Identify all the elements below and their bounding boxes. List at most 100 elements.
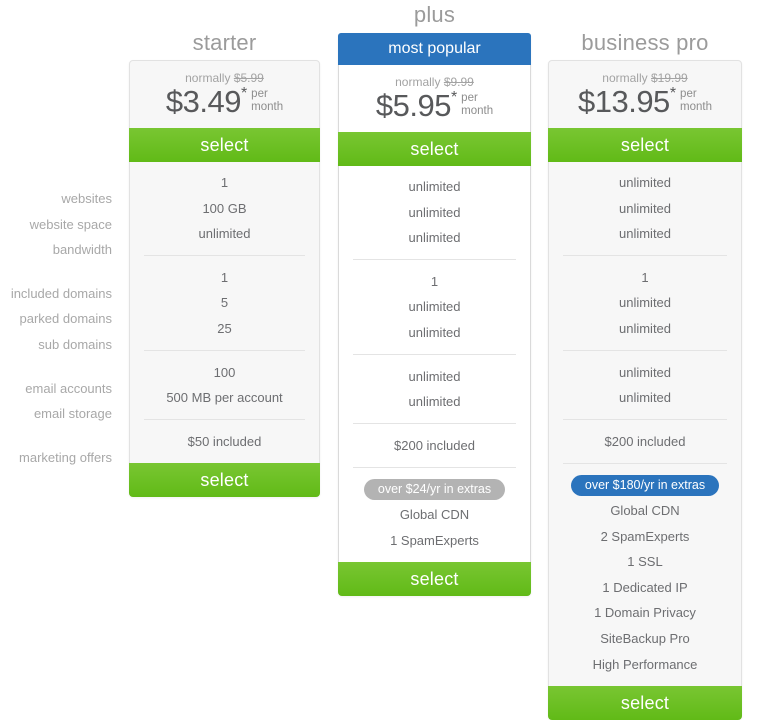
price-block: normally $9.99 $5.95 * per month	[339, 65, 530, 132]
old-price: $19.99	[651, 71, 688, 85]
feature-value: unlimited	[618, 200, 672, 216]
price-asterisk: *	[669, 85, 677, 102]
feature-value: unlimited	[618, 320, 672, 336]
feature-label: email storage	[33, 406, 112, 422]
feature-list: unlimited unlimited unlimited 1 unlimited unl…	[339, 166, 530, 553]
feature-value: unlimited	[408, 179, 461, 194]
label-group-gap	[0, 427, 112, 445]
feature-value: unlimited	[408, 299, 461, 315]
feature-value: 1	[430, 273, 439, 289]
feature-value: unlimited	[618, 390, 672, 406]
feature-divider	[353, 466, 516, 468]
plan-card-starter[interactable]: normally $5.99 $3.49 * per month select 1 100 G…	[129, 60, 320, 498]
extra-feature: SiteBackup Pro	[600, 630, 690, 646]
feature-value: 1	[641, 269, 649, 285]
feature-value: unlimited	[618, 175, 672, 190]
price-line: $5.95 * per month	[339, 88, 530, 123]
plan-card-business-pro[interactable]: normally $19.99 $13.95 * per month select unli…	[548, 60, 742, 720]
plan-title-business-pro: business pro	[581, 30, 709, 55]
feature-value: 100	[213, 364, 236, 380]
feature-label: websites	[61, 191, 112, 206]
extras-pill-row: over $24/yr in extras	[339, 476, 530, 502]
plan-card-plus[interactable]: most popular normally $9.99 $5.95 * per month…	[338, 33, 531, 597]
card-bottom-padding	[130, 454, 319, 463]
extra-feature: Global CDN	[610, 502, 680, 518]
price-block: normally $5.99 $3.49 * per month	[130, 61, 319, 128]
feature-value: unlimited	[408, 324, 461, 340]
per-label: per	[251, 88, 268, 100]
normally-price: normally $5.99	[130, 71, 319, 85]
most-popular-badge: most popular	[338, 33, 531, 65]
month-label: month	[461, 104, 494, 117]
extra-feature: 1 Dedicated IP	[602, 579, 688, 595]
feature-value: 1	[220, 269, 229, 285]
feature-label: included domains	[10, 285, 112, 301]
extra-feature: 2 SpamExperts	[600, 528, 690, 544]
feature-value: 5	[220, 295, 229, 311]
feature-label: bandwidth	[52, 242, 112, 258]
feature-value: unlimited	[618, 295, 672, 311]
price-amount: $13.95	[577, 84, 670, 119]
feature-value: unlimited	[408, 394, 461, 410]
per-month-text: per month	[251, 86, 283, 113]
feature-value: 100 GB	[202, 200, 247, 216]
feature-value: $200 included	[604, 433, 686, 449]
per-month-text: per month	[461, 90, 493, 117]
select-button-bottom-plus[interactable]: select	[338, 562, 531, 597]
price-amount: $5.95	[375, 88, 452, 123]
feature-value: 25	[217, 320, 232, 336]
feature-value: unlimited	[618, 226, 672, 242]
feature-value: unlimited	[408, 230, 461, 246]
extras-pill-row: over $180/yr in extras	[549, 472, 741, 498]
extra-feature: High Performance	[592, 656, 698, 672]
feature-value: $200 included	[394, 437, 475, 453]
extras-savings-badge: over $24/yr in extras	[363, 479, 506, 501]
normally-price: normally $19.99	[549, 71, 741, 85]
feature-divider	[563, 462, 727, 464]
old-price: $5.99	[233, 71, 264, 85]
price-asterisk: *	[240, 85, 248, 102]
feature-list: unlimited unlimited unlimited 1 unlimited unl…	[549, 162, 741, 677]
select-button-top-business-pro[interactable]: select	[548, 128, 742, 162]
feature-value: 1	[220, 175, 229, 190]
extras-savings-badge: over $180/yr in extras	[570, 475, 720, 497]
pricing-table: websites website space bandwidth included d…	[0, 0, 770, 720]
feature-label: sub domains	[38, 336, 112, 352]
plan-title-starter: starter	[192, 30, 257, 55]
select-button-top-plus[interactable]: select	[338, 132, 531, 166]
feature-divider	[144, 419, 305, 421]
extra-feature: 1 Domain Privacy	[594, 605, 696, 621]
price-asterisk: *	[450, 89, 458, 106]
month-label: month	[251, 100, 284, 113]
extra-feature: 1 SpamExperts	[390, 532, 479, 548]
extra-feature: Global CDN	[399, 506, 470, 522]
feature-divider	[563, 350, 727, 352]
feature-divider	[144, 255, 305, 257]
extra-feature: 1 SSL	[627, 554, 663, 570]
select-button-bottom-starter[interactable]: select	[129, 463, 320, 498]
per-label: per	[680, 88, 697, 100]
feature-labels-column: websites website space bandwidth included d…	[0, 186, 112, 470]
price-block: normally $19.99 $13.95 * per month	[549, 61, 741, 128]
feature-label: parked domains	[19, 311, 113, 327]
feature-divider	[353, 354, 516, 356]
feature-label: email accounts	[25, 380, 112, 396]
normally-prefix: normally	[602, 71, 648, 85]
feature-value: unlimited	[198, 226, 251, 242]
price-line: $13.95 * per month	[549, 84, 741, 119]
select-button-bottom-business-pro[interactable]: select	[548, 686, 742, 720]
label-group-gap	[0, 263, 112, 281]
feature-value: unlimited	[408, 204, 461, 220]
feature-divider	[353, 259, 516, 261]
month-label: month	[680, 100, 713, 113]
normally-price: normally $9.99	[339, 75, 530, 89]
select-button-top-starter[interactable]: select	[129, 128, 320, 162]
feature-label: website space	[29, 216, 112, 232]
feature-divider	[563, 255, 727, 257]
card-bottom-padding	[339, 553, 530, 562]
feature-divider	[144, 350, 305, 352]
feature-divider	[563, 419, 727, 421]
feature-divider	[353, 423, 516, 425]
price-amount: $3.49	[165, 84, 242, 119]
feature-list: 1 100 GB unlimited 1 5 25 100 500 MB per accoun…	[130, 162, 319, 454]
